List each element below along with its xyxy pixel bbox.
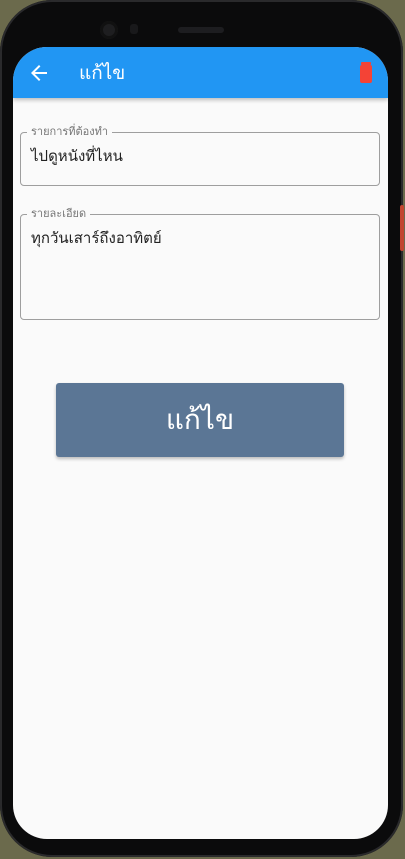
earpiece-speaker	[178, 27, 224, 33]
details-field-value[interactable]: ทุกวันเสาร์ถึงอาทิตย์	[31, 227, 162, 249]
details-field-label: รายละเอียด	[27, 207, 91, 221]
task-field[interactable]: รายการที่ต้องทำ ไปดูหนังที่ไหน	[20, 125, 380, 186]
app-bar: แก้ไข	[13, 47, 388, 98]
task-field-label: รายการที่ต้องทำ	[27, 125, 113, 139]
delete-button[interactable]	[356, 62, 376, 84]
side-button	[400, 205, 404, 251]
details-field[interactable]: รายละเอียด ทุกวันเสาร์ถึงอาทิตย์	[20, 207, 380, 320]
page-title: แก้ไข	[79, 62, 126, 84]
proximity-sensor	[130, 24, 138, 34]
task-field-value[interactable]: ไปดูหนังที่ไหน	[31, 145, 123, 167]
edit-submit-button[interactable]: แก้ไข	[56, 383, 344, 457]
submit-button-label: แก้ไข	[165, 403, 235, 436]
back-button[interactable]	[27, 61, 51, 85]
front-camera	[100, 21, 118, 39]
phone-frame: แก้ไข รายการที่ต้องทำ ไปดูหนังที่ไหน ราย…	[0, 0, 404, 857]
trash-icon	[360, 62, 372, 83]
arrow-left-icon	[31, 65, 47, 81]
app-screen: แก้ไข รายการที่ต้องทำ ไปดูหนังที่ไหน ราย…	[13, 47, 388, 839]
